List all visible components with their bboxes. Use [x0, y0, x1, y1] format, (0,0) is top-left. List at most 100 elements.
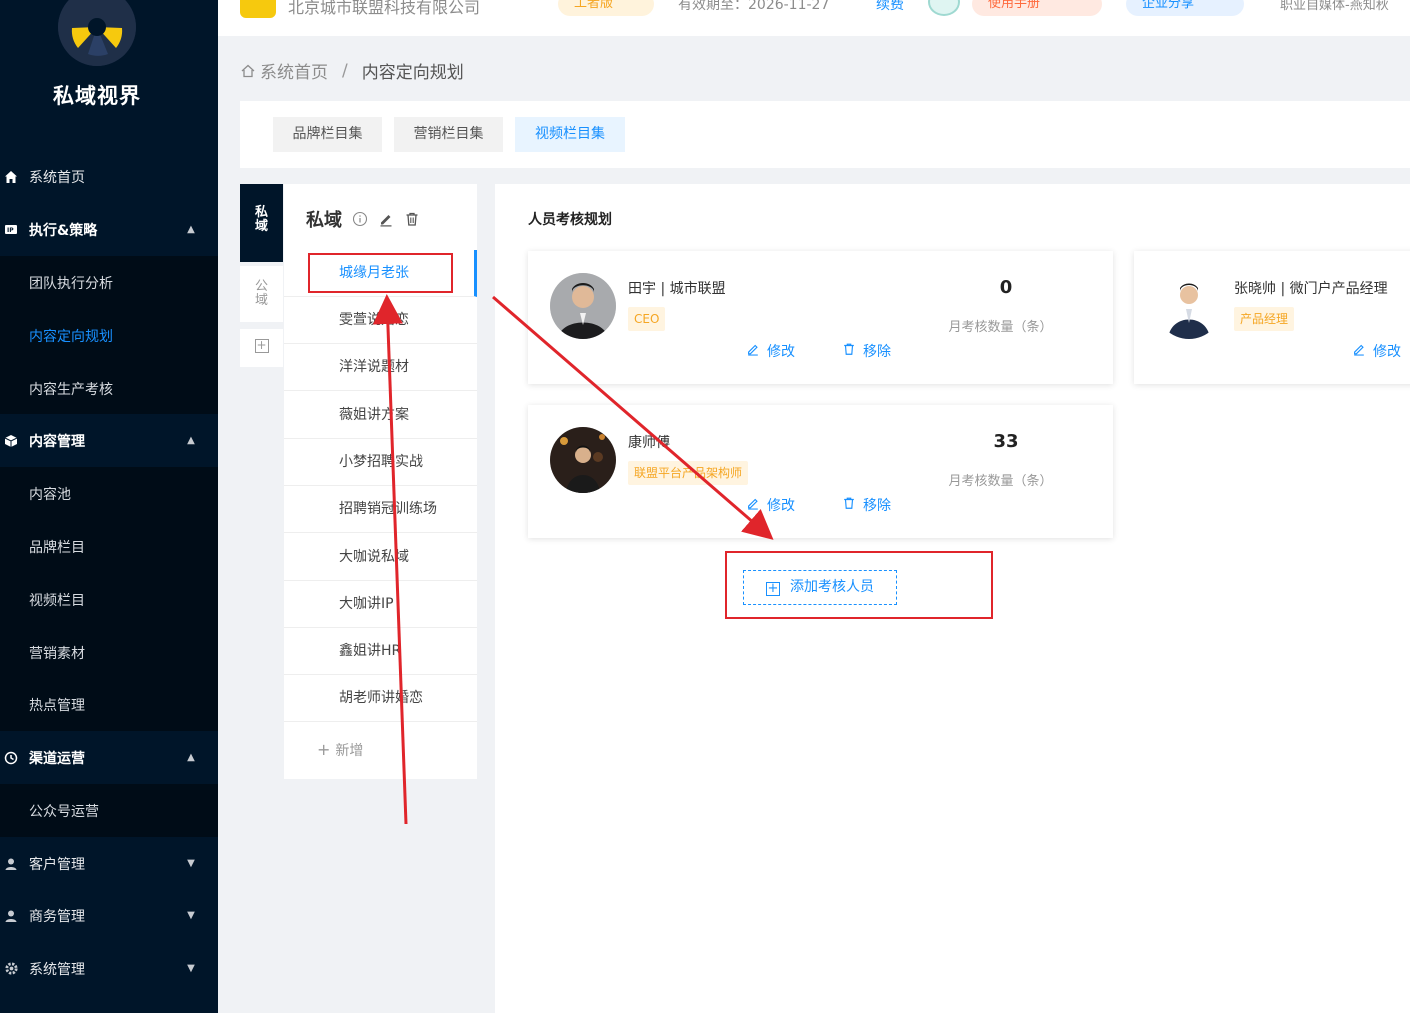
column-item[interactable]: 小梦招聘实战	[284, 439, 477, 486]
sidebar-item-marketing-material[interactable]: 营销素材	[0, 626, 218, 679]
sidebar-item-home[interactable]: 系统首页	[0, 150, 218, 203]
sidebar-item-official-account[interactable]: 公众号运营	[0, 784, 218, 837]
sidebar-item-strategy[interactable]: IP 执行&策略 ▲	[0, 203, 218, 256]
add-column-button[interactable]: + 新增	[317, 740, 363, 760]
column-item[interactable]: 胡老师讲婚恋	[284, 675, 477, 722]
users-icon	[3, 908, 19, 924]
sidebar-item-content-assessment[interactable]: 内容生产考核	[0, 362, 218, 415]
person-name: 康师傅	[628, 435, 670, 451]
sidebar-item-content-planning[interactable]: 内容定向规划	[0, 309, 218, 362]
person-card: 田宇 | 城市联盟 CEO 修改 移除 0 月考核数量（条）	[528, 251, 1113, 384]
sidebar-item-content-pool[interactable]: 内容池	[0, 467, 218, 520]
trash-icon	[842, 496, 858, 514]
tab-public-char: 公	[254, 279, 268, 294]
manual-button[interactable]: 使用手册	[972, 0, 1102, 16]
header-avatar[interactable]	[928, 0, 960, 16]
tab-video-columns[interactable]: 视频栏目集	[515, 117, 625, 152]
sidebar-item-label: 营销素材	[29, 645, 85, 662]
chevron-down-icon: ▼	[187, 963, 195, 974]
version-badge[interactable]: 工者版	[558, 0, 654, 16]
person-role-tag: CEO	[628, 307, 666, 331]
tab-public-char: 域	[254, 293, 268, 308]
column-item[interactable]: 雯萱说婚恋	[284, 297, 477, 344]
annotation-highlight-box	[725, 551, 993, 619]
monthly-count: 33	[993, 431, 1019, 452]
column-item[interactable]: 洋洋说题材	[284, 344, 477, 391]
sidebar-item-label: 内容管理	[29, 433, 85, 450]
sidebar-item-team-analysis[interactable]: 团队执行分析	[0, 256, 218, 309]
avatar	[1156, 273, 1222, 339]
sidebar-item-customers[interactable]: 客户管理 ▼	[0, 837, 218, 890]
monthly-count-label: 月考核数量（条）	[948, 474, 1053, 489]
column-item[interactable]: 大咖讲IP	[284, 581, 477, 628]
trash-icon	[842, 342, 858, 360]
edit-label: 修改	[1373, 344, 1401, 360]
brand-name: 私域视界	[53, 84, 141, 108]
chevron-up-icon: ▲	[187, 224, 195, 235]
edit-icon[interactable]	[378, 211, 394, 227]
remove-label: 移除	[863, 498, 891, 514]
column-set-tabs: 品牌栏目集 营销栏目集 视频栏目集	[240, 101, 1410, 168]
breadcrumb-separator: /	[342, 60, 348, 81]
tab-public-domain[interactable]: 公 域	[240, 266, 283, 322]
remove-person-button[interactable]: 移除	[842, 495, 891, 515]
brand-logo: 私域视界	[0, 0, 218, 130]
tab-private-char: 域	[254, 219, 268, 234]
add-column-label: 新增	[335, 743, 364, 759]
tab-marketing-columns[interactable]: 营销栏目集	[394, 117, 503, 152]
home-icon	[240, 63, 256, 79]
sidebar-item-video-column[interactable]: 视频栏目	[0, 573, 218, 626]
edit-icon	[746, 496, 762, 514]
column-list-header: 私域	[306, 206, 420, 232]
monthly-count: 0	[999, 277, 1013, 298]
sidebar-item-label: 团队执行分析	[29, 275, 113, 292]
sidebar-item-label: 系统管理	[29, 961, 85, 978]
person-role-tag: 产品经理	[1234, 307, 1295, 331]
plus-icon: +	[317, 740, 331, 759]
edit-person-button[interactable]: 修改	[746, 495, 795, 515]
sidebar-item-label: 客户管理	[29, 856, 85, 873]
info-icon[interactable]	[352, 211, 368, 227]
sidebar-item-business[interactable]: 商务管理 ▼	[0, 889, 218, 942]
sidebar-item-label: 系统首页	[29, 169, 85, 186]
sidebar-item-label: 渠道运营	[29, 750, 85, 767]
user-name[interactable]: 职业自媒体-燕知秋	[1280, 0, 1389, 13]
cube-icon	[3, 433, 19, 449]
remove-person-button[interactable]: 移除	[842, 341, 891, 361]
tab-brand-columns[interactable]: 品牌栏目集	[273, 117, 382, 152]
edit-label: 修改	[767, 344, 795, 360]
edit-icon	[746, 342, 762, 360]
sidebar-item-label: 内容定向规划	[29, 328, 113, 345]
column-item[interactable]: 鑫姐讲HR	[284, 628, 477, 675]
add-group-button[interactable]: +	[240, 329, 283, 367]
share-button[interactable]: 企业分享	[1126, 0, 1244, 16]
person-card: 康师傅 联盟平台产品架构师 修改 移除 33 月考核数量（条）	[528, 405, 1113, 538]
plus-square-icon: +	[254, 338, 269, 353]
tab-private-char: 私	[254, 205, 268, 220]
renew-link[interactable]: 续费	[876, 0, 904, 14]
column-item[interactable]: 招聘销冠训练场	[284, 486, 477, 533]
tab-private-domain[interactable]: 私 域	[240, 184, 283, 262]
chevron-down-icon: ▼	[187, 858, 195, 869]
svg-text:IP: IP	[7, 227, 14, 234]
chevron-up-icon: ▲	[187, 752, 195, 763]
chevron-down-icon: ▼	[187, 910, 195, 921]
clock-icon	[3, 750, 19, 766]
users-icon	[3, 856, 19, 872]
edit-person-button[interactable]: 修改	[746, 341, 795, 361]
chevron-up-icon: ▲	[187, 435, 195, 446]
sidebar-item-brand-column[interactable]: 品牌栏目	[0, 520, 218, 573]
column-item[interactable]: 薇姐讲方案	[284, 392, 477, 439]
sidebar-item-label: 内容生产考核	[29, 381, 113, 398]
company-name: 北京城市联盟科技有限公司	[288, 0, 481, 17]
sidebar-item-channel-ops[interactable]: 渠道运营 ▲	[0, 731, 218, 784]
person-card: 张晓帅 | 微门户产品经理 产品经理 修改	[1134, 251, 1410, 384]
breadcrumb-home[interactable]: 系统首页	[260, 58, 328, 83]
home-icon	[3, 169, 19, 185]
sidebar-item-system[interactable]: 系统管理 ▼	[0, 942, 218, 995]
sidebar-item-hotspot[interactable]: 热点管理	[0, 678, 218, 731]
edit-person-button[interactable]: 修改	[1352, 341, 1401, 361]
trash-icon[interactable]	[404, 211, 420, 227]
sidebar-item-content-management[interactable]: 内容管理 ▲	[0, 414, 218, 467]
column-item[interactable]: 大咖说私域	[284, 534, 477, 581]
